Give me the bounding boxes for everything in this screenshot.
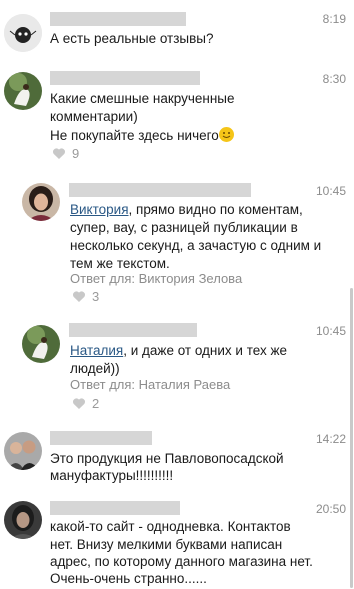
comment-text: Не покупайте здесь ничего <box>50 128 219 143</box>
author-name-redacted[interactable] <box>69 323 197 337</box>
reply-to-link[interactable]: Ответ для: Наталия Раева <box>70 377 230 392</box>
comment-time: 14:22 <box>315 432 346 446</box>
avatar[interactable] <box>4 72 42 110</box>
avatar[interactable] <box>4 432 42 470</box>
likes-count: 9 <box>72 146 80 161</box>
comment-text-line: нет. Внизу мелкими буквами написан <box>50 537 283 552</box>
comment-text-line: адрес, по которому данного магазина нет. <box>50 554 313 569</box>
mention-link[interactable]: Наталия <box>70 343 123 358</box>
likes-count: 2 <box>92 396 100 411</box>
heart-icon <box>72 398 86 409</box>
comment-time: 8:30 <box>322 72 346 86</box>
comment-text-line: Это продукция не Павловопосадской <box>50 451 284 466</box>
comment-text-line: Какие смешные накрученные <box>50 91 235 106</box>
likes-count: 3 <box>92 289 100 304</box>
comment-text: А есть реальные отзывы? <box>50 31 214 46</box>
author-name-redacted[interactable] <box>50 12 186 26</box>
avatar[interactable] <box>22 325 60 363</box>
author-name-redacted[interactable] <box>69 183 251 197</box>
comment-text: , и даже от одних и тех же <box>123 343 288 358</box>
like-button[interactable]: 3 <box>72 289 99 304</box>
comment-text-line: Виктория, прямо видно по коментам, <box>70 201 303 219</box>
comment-time: 8:19 <box>322 12 346 26</box>
avatar[interactable] <box>4 501 42 539</box>
comment-text-line: несколько секунд, а зачастую с одним и <box>70 238 322 253</box>
comment-text-line: мануфактуры!!!!!!!!!! <box>50 468 174 483</box>
heart-icon <box>72 291 86 302</box>
avatar[interactable] <box>4 14 42 52</box>
author-name-redacted[interactable] <box>50 431 152 445</box>
comment-time: 20:50 <box>315 502 346 516</box>
reply-to-link[interactable]: Ответ для: Виктория Зелова <box>70 271 242 286</box>
comment-text-line: супер, вау, с разницей публикации в <box>70 220 298 235</box>
comment-text-line: Не покупайте здесь ничего <box>50 127 234 145</box>
author-name-redacted[interactable] <box>50 71 200 85</box>
smile-emoji-icon <box>218 127 234 142</box>
comment-text-line: Наталия, и даже от одних и тех же <box>70 342 287 360</box>
comment-text-line: людей)) <box>70 361 120 376</box>
comment-text: , прямо видно по коментам, <box>128 202 303 217</box>
comment-text-line: какой-то сайт - однодневка. Контактов <box>50 519 291 534</box>
comment-text-line: Очень-очень странно...... <box>50 571 207 586</box>
scrollbar[interactable] <box>350 288 353 588</box>
comment-text-line: комментарии) <box>50 109 138 124</box>
heart-icon <box>52 148 66 159</box>
mention-link[interactable]: Виктория <box>70 202 129 217</box>
like-button[interactable]: 9 <box>52 146 79 161</box>
avatar[interactable] <box>22 183 60 221</box>
like-button[interactable]: 2 <box>72 396 99 411</box>
comment-time: 10:45 <box>315 324 346 338</box>
author-name-redacted[interactable] <box>50 501 180 515</box>
comment-time: 10:45 <box>315 184 346 198</box>
